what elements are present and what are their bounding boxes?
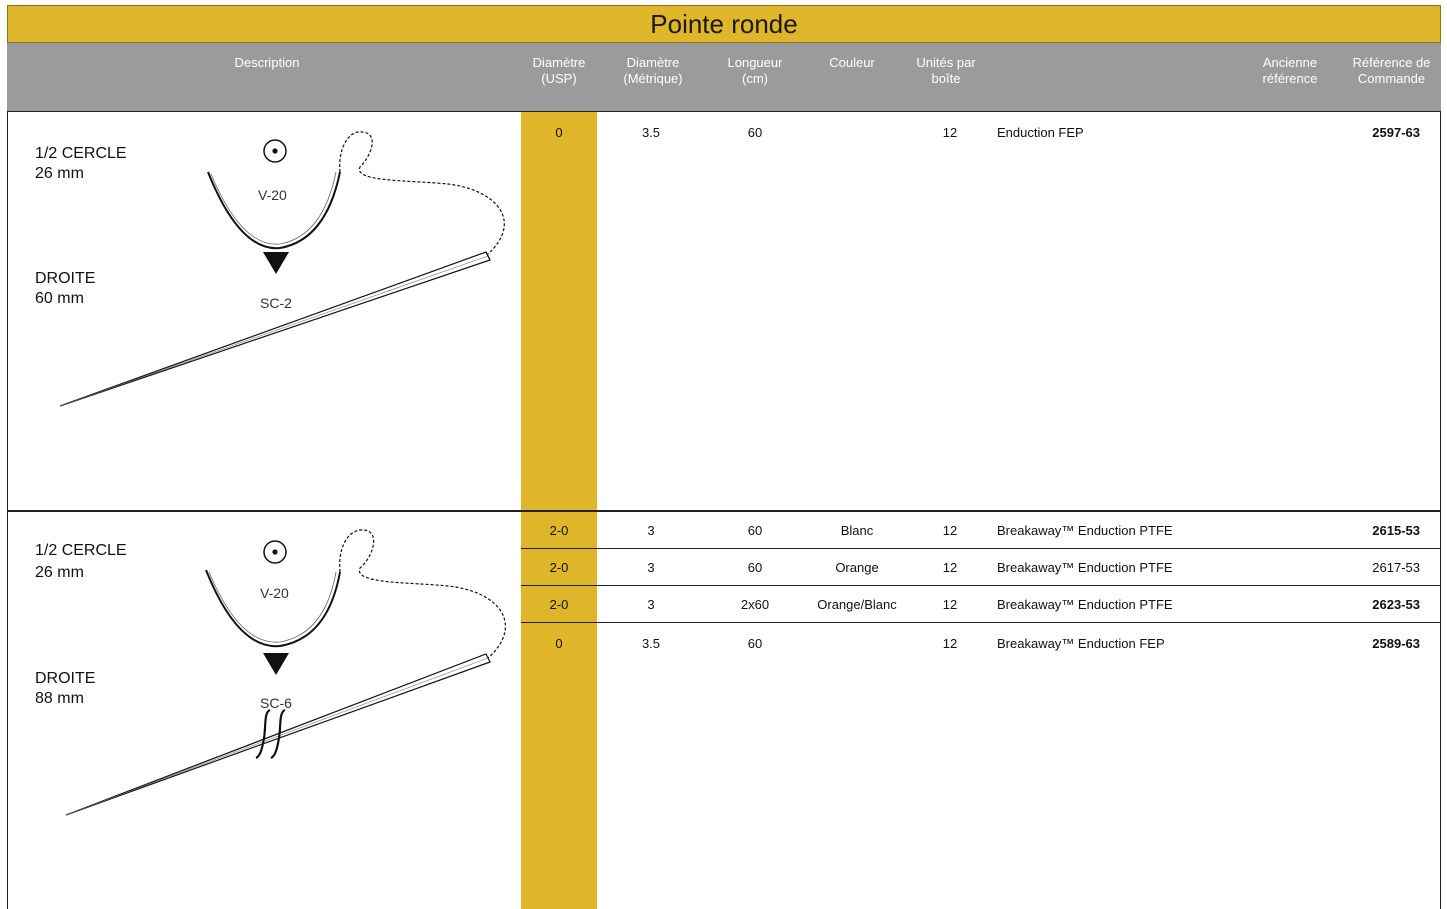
header-length: Longueur (cm) <box>727 55 783 86</box>
cell-order-ref: 2623-53 <box>1372 597 1420 612</box>
cell-metric: 3.5 <box>641 125 661 140</box>
cell-metric: 3.5 <box>641 636 661 651</box>
curved-needle-icon <box>205 569 341 648</box>
cell-product: Breakaway™ Enduction PTFE <box>997 560 1173 575</box>
cell-usp: 2-0 <box>549 523 569 538</box>
cell-metric: 3 <box>647 523 655 538</box>
cross-section-round-icon <box>263 540 287 564</box>
header-metric: Diamètre (Métrique) <box>623 55 683 86</box>
header-description: Description <box>234 55 300 70</box>
cell-color: Orange/Blanc <box>817 597 897 612</box>
cell-product: Enduction FEP <box>997 125 1084 140</box>
cell-length: 60 <box>747 560 763 575</box>
cell-metric: 3 <box>647 597 655 612</box>
cell-color: Orange <box>835 560 879 575</box>
cell-units: 12 <box>942 125 958 140</box>
column-header-bar: Description Diamètre (USP) Diamètre (Mét… <box>7 43 1441 111</box>
product-table-page: Pointe ronde Description Diamètre (USP) … <box>0 0 1447 909</box>
cell-length: 60 <box>747 636 763 651</box>
cell-length: 2x60 <box>740 597 770 612</box>
cell-order-ref: 2589-63 <box>1372 636 1420 651</box>
arrow-down-triangle-icon <box>263 653 289 675</box>
row-separator <box>521 548 1440 549</box>
cell-units: 12 <box>942 560 958 575</box>
row-separator <box>521 585 1440 586</box>
cell-usp: 0 <box>555 636 563 651</box>
header-old-ref: Ancienne référence <box>1262 55 1318 86</box>
straight-needle-icon <box>65 653 491 816</box>
table-title: Pointe ronde <box>7 5 1441 43</box>
cross-section-round-icon <box>263 139 287 163</box>
cell-product: Breakaway™ Enduction PTFE <box>997 597 1173 612</box>
cell-product: Breakaway™ Enduction FEP <box>997 636 1165 651</box>
needle-illustration <box>59 131 505 407</box>
cell-order-ref: 2615-53 <box>1372 523 1420 538</box>
cell-units: 12 <box>942 523 958 538</box>
row-separator <box>521 622 1440 623</box>
cell-metric: 3 <box>647 560 655 575</box>
cell-length: 60 <box>747 125 763 140</box>
needle-illustration <box>65 529 507 816</box>
cell-order-ref: 2597-63 <box>1372 125 1420 140</box>
usp-column-band <box>521 112 597 510</box>
straight-needle-icon <box>59 251 491 407</box>
breakaway-clip-icon <box>255 708 286 759</box>
cell-units: 12 <box>942 597 958 612</box>
cell-length: 60 <box>747 523 763 538</box>
header-color: Couleur <box>829 55 875 70</box>
cell-units: 12 <box>942 636 958 651</box>
cell-usp: 2-0 <box>549 560 569 575</box>
header-order-ref: Référence de Commande <box>1352 55 1431 86</box>
header-units: Unités par boîte <box>916 55 976 86</box>
cell-product: Breakaway™ Enduction PTFE <box>997 523 1173 538</box>
cell-usp: 2-0 <box>549 597 569 612</box>
cell-color: Blanc <box>840 523 874 538</box>
cell-usp: 0 <box>555 125 563 140</box>
curved-needle-icon <box>207 171 341 250</box>
cell-order-ref: 2617-53 <box>1372 560 1420 575</box>
arrow-down-triangle-icon <box>263 252 289 274</box>
header-usp: Diamètre (USP) <box>532 55 586 86</box>
